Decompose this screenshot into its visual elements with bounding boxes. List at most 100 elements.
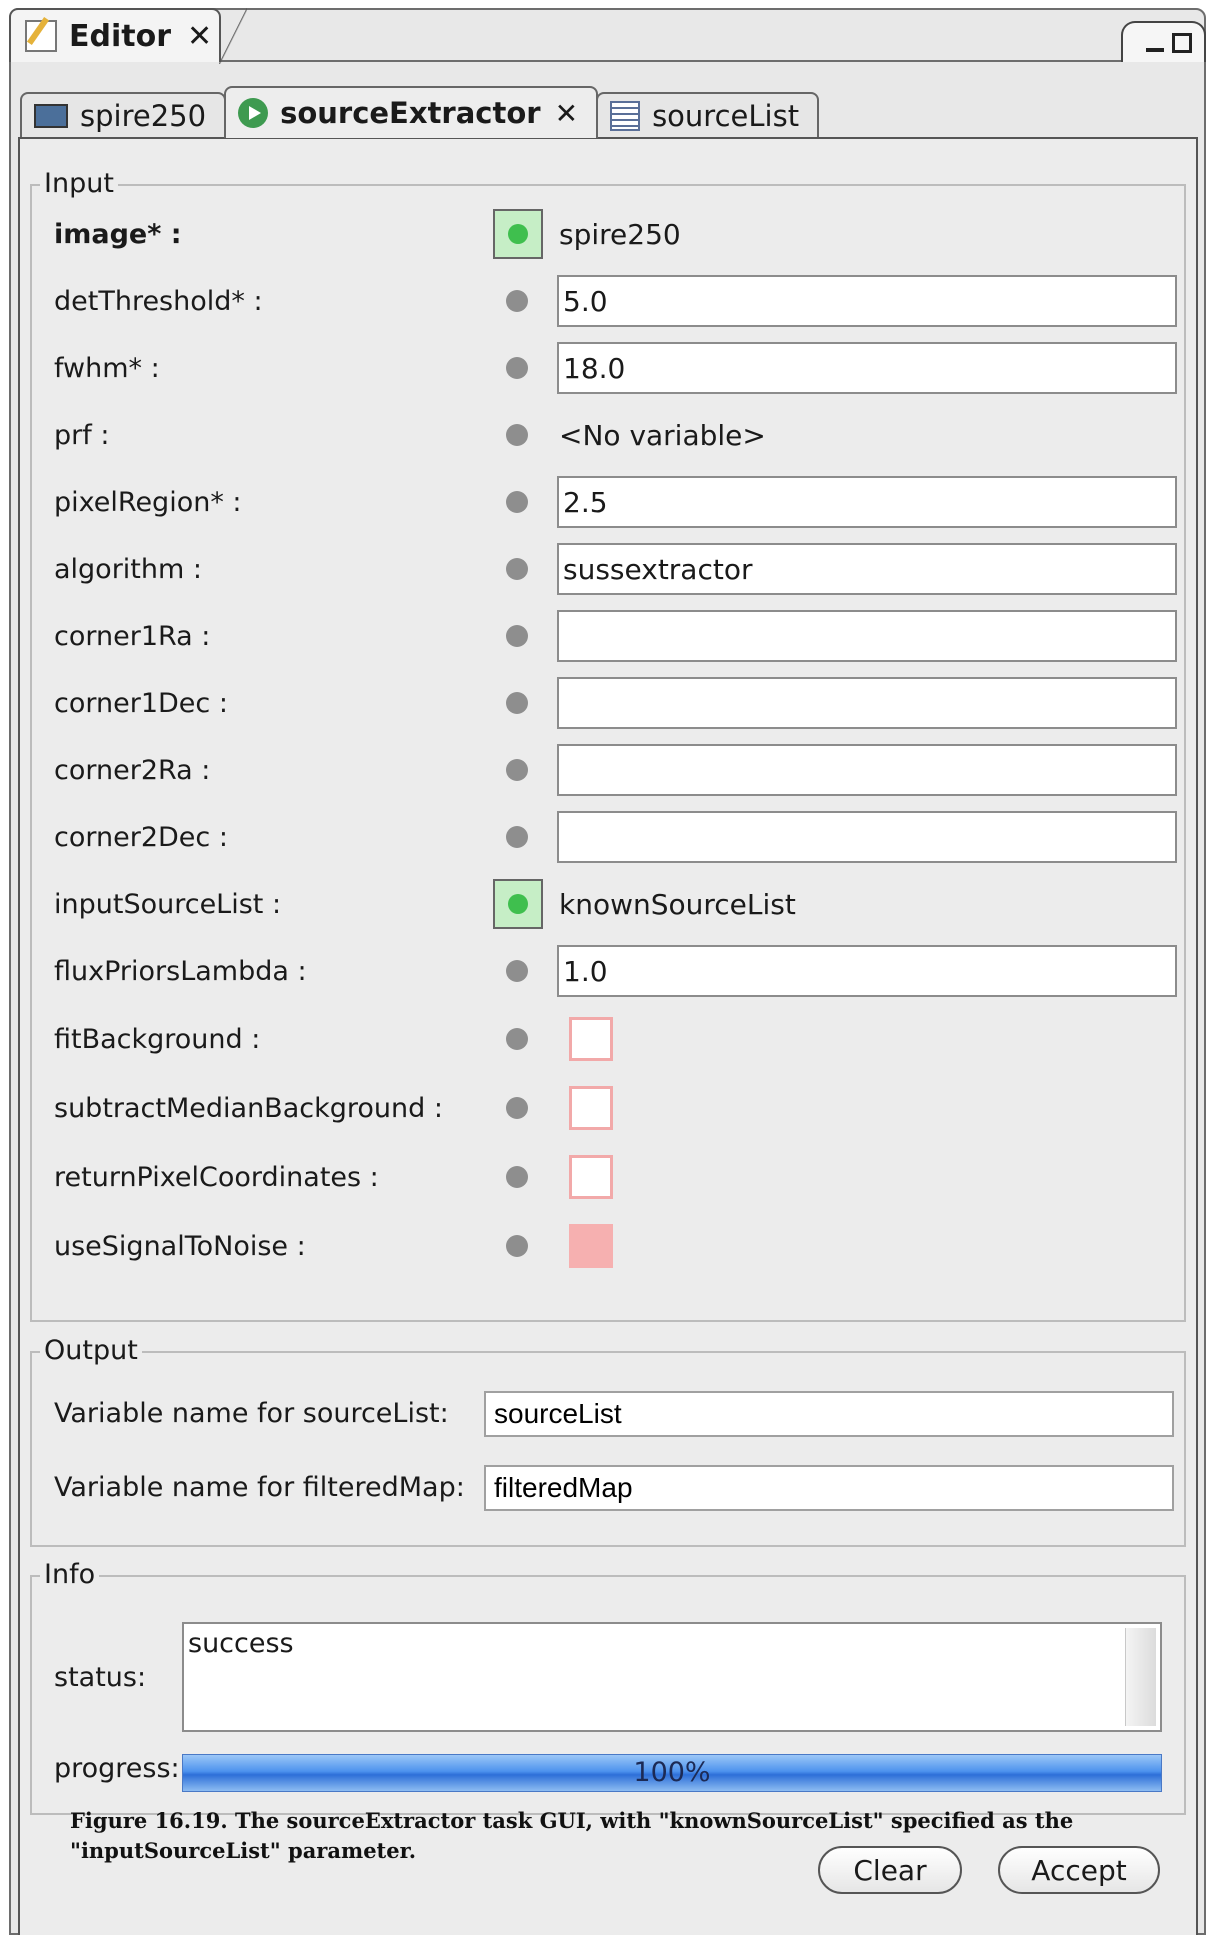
param-label: fluxPriorsLambda : [54, 955, 307, 987]
status-box[interactable]: success [182, 1622, 1162, 1732]
tab-sourceextractor[interactable]: sourceExtractor ✕ [224, 86, 599, 138]
param-label: inputSourceList : [54, 888, 282, 920]
status-dot-icon[interactable] [506, 759, 528, 781]
param-label: prf : [54, 419, 110, 451]
info-group: Info status: success progress: 100% [30, 1559, 1186, 1815]
tab-spire250[interactable]: spire250 [20, 92, 227, 138]
variable-status-icon[interactable] [493, 209, 543, 259]
param-row: algorithm : [32, 543, 1184, 595]
param-row: corner2Ra : [32, 744, 1184, 796]
param-row: useSignalToNoise : [32, 1220, 1184, 1272]
param-checkbox[interactable] [569, 1017, 613, 1061]
figure-caption: Figure 16.19. The sourceExtractor task G… [70, 1808, 1074, 1863]
tab-sourcelist[interactable]: sourceList [596, 92, 820, 138]
status-dot-icon[interactable] [506, 1166, 528, 1188]
tab-label: sourceExtractor [280, 96, 541, 130]
status-dot-icon[interactable] [506, 826, 528, 848]
param-label: corner2Dec : [54, 821, 228, 853]
editor-tab[interactable]: Editor ✕ [9, 8, 247, 64]
param-label: useSignalToNoise : [54, 1230, 306, 1262]
param-label: corner1Ra : [54, 620, 211, 652]
param-row: image* : spire250 [32, 208, 1184, 260]
param-label: returnPixelCoordinates : [54, 1161, 379, 1193]
param-label: image* : [54, 218, 182, 250]
param-checkbox[interactable] [569, 1086, 613, 1130]
minimize-icon[interactable] [1146, 47, 1164, 52]
variable-name: spire250 [559, 217, 681, 251]
input-group: Input image* : spire250 detThreshold* : fwh… [30, 168, 1186, 1322]
status-dot-icon[interactable] [506, 1097, 528, 1119]
param-input[interactable] [557, 677, 1177, 729]
param-label: corner2Ra : [54, 754, 211, 786]
param-input[interactable] [557, 275, 1177, 327]
tab-label: spire250 [80, 99, 207, 133]
param-label: corner1Dec : [54, 687, 228, 719]
output-legend: Output [40, 1335, 142, 1366]
tab-label: sourceList [652, 99, 800, 133]
progress-text: 100% [633, 1757, 711, 1788]
status-dot-icon[interactable] [506, 625, 528, 647]
param-row: fluxPriorsLambda : [32, 945, 1184, 997]
editor-tab-label: Editor [69, 18, 171, 54]
clear-button[interactable]: Clear [818, 1846, 962, 1894]
variable-status-icon[interactable] [493, 879, 543, 929]
param-input[interactable] [557, 543, 1177, 595]
param-row: detThreshold* : [32, 275, 1184, 327]
maximize-icon[interactable] [1172, 32, 1192, 53]
param-row: corner1Dec : [32, 677, 1184, 729]
task-panel: Input image* : spire250 detThreshold* : fwh… [18, 137, 1198, 1935]
param-row: returnPixelCoordinates : [32, 1151, 1184, 1203]
param-row: fitBackground : [32, 1013, 1184, 1065]
status-dot-icon[interactable] [506, 290, 528, 312]
subtab-bar: spire250 sourceExtractor ✕ sourceList [20, 86, 820, 138]
status-dot-icon[interactable] [506, 960, 528, 982]
status-dot-icon[interactable] [506, 1235, 528, 1257]
param-input[interactable] [557, 811, 1177, 863]
variable-name: knownSourceList [559, 887, 796, 921]
green-dot-icon [508, 224, 528, 244]
green-dot-icon [508, 894, 528, 914]
param-input[interactable] [557, 342, 1177, 394]
status-dot-icon[interactable] [506, 491, 528, 513]
status-dot-icon[interactable] [506, 424, 528, 446]
param-checkbox[interactable] [569, 1224, 613, 1268]
param-label: fitBackground : [54, 1023, 261, 1055]
close-icon[interactable]: ✕ [555, 97, 578, 130]
status-dot-icon[interactable] [506, 1028, 528, 1050]
filteredmap-var-label: Variable name for filteredMap: [54, 1472, 465, 1503]
param-row: subtractMedianBackground : [32, 1082, 1184, 1134]
window-controls [1121, 21, 1206, 62]
param-label: subtractMedianBackground : [54, 1092, 443, 1124]
param-row: prf : <No variable> [32, 409, 1184, 461]
accept-button[interactable]: Accept [998, 1846, 1160, 1894]
input-legend: Input [40, 168, 118, 199]
status-dot-icon[interactable] [506, 692, 528, 714]
param-input[interactable] [557, 610, 1177, 662]
status-dot-icon[interactable] [506, 357, 528, 379]
filteredmap-var-field[interactable] [484, 1465, 1174, 1511]
progress-label: progress: [54, 1753, 180, 1784]
param-row: pixelRegion* : [32, 476, 1184, 528]
param-label: pixelRegion* : [54, 486, 242, 518]
status-scrollbar[interactable] [1125, 1628, 1156, 1726]
param-label: detThreshold* : [54, 285, 263, 317]
param-label: algorithm : [54, 553, 202, 585]
param-input[interactable] [557, 744, 1177, 796]
sourcelist-var-field[interactable] [484, 1391, 1174, 1437]
edit-icon [25, 20, 57, 52]
status-text: success [188, 1628, 294, 1659]
param-row: corner2Dec : [32, 811, 1184, 863]
progress-bar: 100% [182, 1754, 1162, 1792]
editor-close-icon[interactable]: ✕ [187, 19, 212, 54]
no-variable-text: <No variable> [559, 418, 766, 452]
info-legend: Info [40, 1559, 100, 1590]
status-label: status: [54, 1662, 147, 1693]
param-checkbox[interactable] [569, 1155, 613, 1199]
param-row: inputSourceList : knownSourceList [32, 878, 1184, 930]
param-input[interactable] [557, 476, 1177, 528]
param-row: corner1Ra : [32, 610, 1184, 662]
monitor-icon [34, 104, 68, 128]
param-row: fwhm* : [32, 342, 1184, 394]
param-input[interactable] [557, 945, 1177, 997]
status-dot-icon[interactable] [506, 558, 528, 580]
